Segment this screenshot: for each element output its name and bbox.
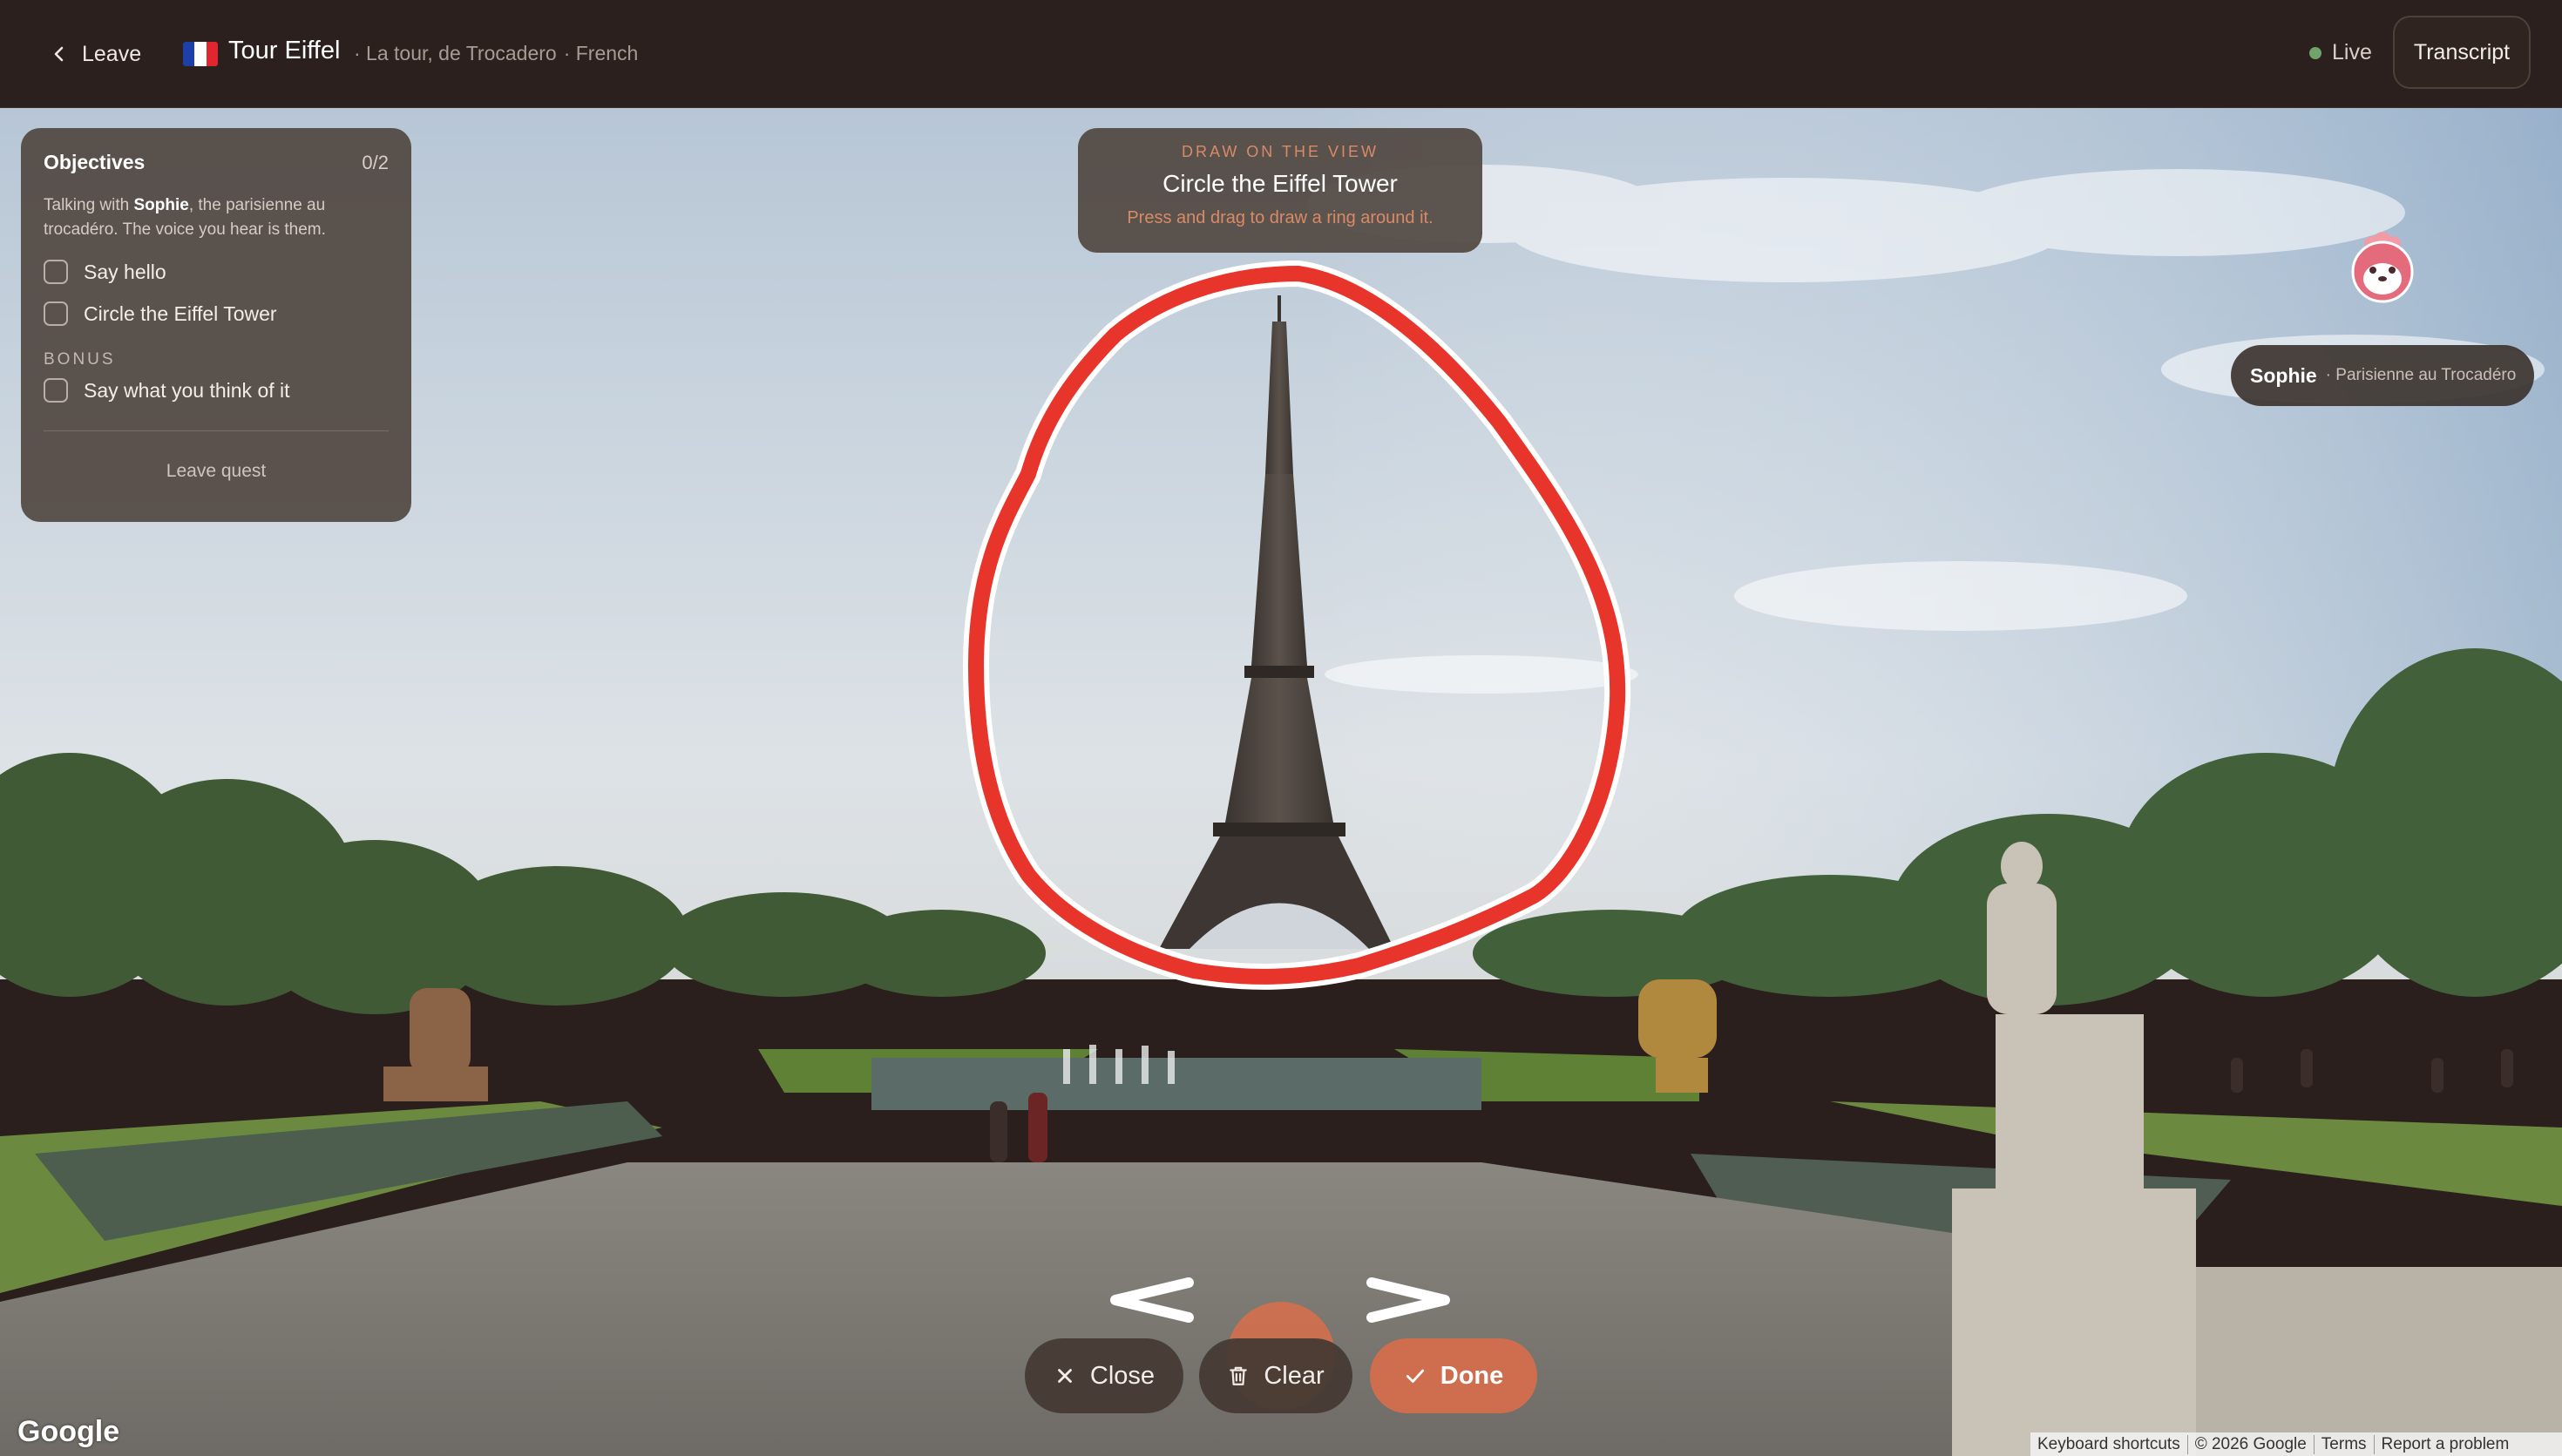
live-indicator: Live — [2309, 40, 2372, 65]
chevron-left-icon — [54, 46, 64, 62]
google-logo: Google — [17, 1415, 120, 1448]
objective-label: Say what you think of it — [84, 378, 290, 402]
close-icon — [1058, 1369, 1072, 1383]
pan-right-arrow-icon[interactable] — [1365, 1277, 1455, 1323]
checkbox[interactable] — [44, 378, 68, 403]
instruction-card: DRAW ON THE VIEW Circle the Eiffel Tower… — [1078, 128, 1482, 253]
intro-character-name: Sophie — [133, 196, 189, 214]
transcript-button[interactable]: Transcript — [2393, 16, 2531, 89]
bonus-label: BONUS — [44, 350, 116, 369]
done-button[interactable]: Done — [1370, 1338, 1537, 1413]
close-button[interactable]: Close — [1025, 1338, 1183, 1413]
subtitle-place: · La tour, de Trocadero — [354, 42, 557, 64]
objective-label: Say hello — [84, 260, 166, 283]
page-subtitle: · La tour, de Trocadero · French — [354, 42, 638, 65]
instruction-title: Circle the Eiffel Tower — [1162, 170, 1398, 197]
objectives-title: Objectives — [44, 151, 146, 173]
checkmark-icon — [1406, 1369, 1424, 1383]
map-footer: Keyboard shortcuts © 2026 Google Terms R… — [2030, 1432, 2562, 1456]
done-label: Done — [1440, 1361, 1504, 1390]
objectives-list: Say hello Circle the Eiffel Tower — [44, 251, 389, 335]
terms-link[interactable]: Terms — [2315, 1434, 2375, 1454]
french-flag-icon — [183, 42, 218, 66]
intro-prefix: Talking with — [44, 196, 134, 214]
live-label: Live — [2332, 40, 2372, 64]
page-title: Tour Eiffel — [228, 37, 341, 64]
instruction-kicker: DRAW ON THE VIEW — [1181, 143, 1379, 160]
character-role: · Parisienne au Trocadéro — [2325, 366, 2517, 384]
objective-label: Circle the Eiffel Tower — [84, 301, 277, 325]
live-dot-icon — [2309, 46, 2321, 59]
objectives-intro: Talking with Sophie, the parisienne au t… — [44, 193, 389, 242]
objective-item[interactable]: Circle the Eiffel Tower — [44, 293, 389, 335]
top-bar: Leave Tour Eiffel · La tour, de Trocader… — [0, 0, 2562, 108]
character-chip: Sophie · Parisienne au Trocadéro — [2231, 345, 2534, 406]
leave-label: Leave — [82, 41, 142, 66]
character-avatar-icon[interactable] — [2349, 225, 2416, 303]
checkbox[interactable] — [44, 260, 68, 284]
keyboard-shortcuts-link[interactable]: Keyboard shortcuts — [2030, 1434, 2188, 1454]
report-problem-link[interactable]: Report a problem — [2375, 1435, 2517, 1454]
close-label: Close — [1089, 1361, 1156, 1390]
instruction-hint: Press and drag to draw a ring around it. — [1127, 208, 1434, 227]
character-name: Sophie — [2250, 363, 2317, 387]
objective-item[interactable]: Say hello — [44, 251, 389, 293]
divider — [44, 430, 389, 431]
subtitle-language: · French — [563, 42, 639, 64]
leave-quest-button[interactable]: Leave quest — [44, 461, 389, 482]
pan-left-arrow-icon[interactable] — [1105, 1277, 1196, 1323]
objectives-progress: 0/2 — [362, 151, 389, 173]
clear-label: Clear — [1264, 1361, 1325, 1390]
objectives-header: Objectives 0/2 — [44, 151, 389, 174]
copyright-text: © 2026 Google — [2188, 1434, 2315, 1454]
bonus-objective-item[interactable]: Say what you think of it — [44, 369, 389, 411]
objectives-panel: Objectives 0/2 Talking with Sophie, the … — [21, 128, 411, 522]
checkbox[interactable] — [44, 301, 68, 326]
trash-icon — [1230, 1366, 1248, 1385]
leave-button[interactable]: Leave — [49, 33, 141, 75]
clear-button[interactable]: Clear — [1199, 1338, 1352, 1413]
